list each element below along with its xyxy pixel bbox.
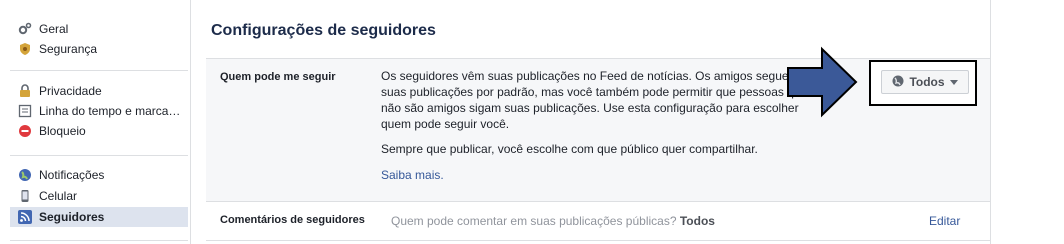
sidebar-item-label: Celular bbox=[39, 189, 78, 203]
sidebar-item-linha-do-tempo[interactable]: Linha do tempo e marca… bbox=[10, 101, 188, 121]
sidebar-item-celular[interactable]: Celular bbox=[10, 186, 188, 206]
rss-icon bbox=[18, 210, 32, 224]
sidebar-item-geral[interactable]: Geral bbox=[10, 19, 188, 39]
sidebar-item-bloqueio[interactable]: Bloqueio bbox=[10, 121, 188, 141]
sidebar-item-label: Seguidores bbox=[39, 210, 105, 224]
sidebar-item-seguranca[interactable]: Segurança bbox=[10, 39, 188, 59]
block-icon bbox=[18, 124, 32, 138]
sidebar-item-label: Privacidade bbox=[39, 84, 102, 98]
setting-note: Sempre que publicar, você escolhe com qu… bbox=[381, 142, 758, 156]
audience-selector-button[interactable]: Todos bbox=[881, 70, 969, 94]
sidebar-item-label: Segurança bbox=[39, 42, 98, 56]
sidebar-border bbox=[190, 0, 191, 244]
sidebar-divider bbox=[10, 70, 188, 71]
sidebar-item-label: Linha do tempo e marca… bbox=[39, 104, 181, 118]
sidebar-item-notificacoes[interactable]: Notificações bbox=[10, 165, 188, 185]
sidebar-divider bbox=[10, 240, 188, 241]
learn-more-link[interactable]: Saiba mais. bbox=[381, 168, 444, 182]
shield-icon bbox=[18, 42, 32, 56]
mobile-icon bbox=[18, 189, 32, 203]
sidebar-item-label: Bloqueio bbox=[39, 124, 86, 138]
sidebar-item-label: Geral bbox=[39, 22, 69, 36]
globe-icon bbox=[892, 75, 904, 90]
settings-sidebar: Geral Segurança Privacidade Linha do tem… bbox=[0, 0, 190, 244]
audience-value: Todos bbox=[909, 75, 945, 89]
setting-question: Quem pode comentar em suas publicações p… bbox=[391, 214, 677, 228]
setting-value: Todos bbox=[679, 214, 715, 228]
page-title: Configurações de seguidores bbox=[211, 22, 436, 39]
arrow-annotation-icon bbox=[787, 46, 858, 118]
lock-icon bbox=[18, 84, 32, 98]
sidebar-item-privacidade[interactable]: Privacidade bbox=[10, 81, 188, 101]
chevron-down-icon bbox=[949, 79, 958, 85]
content-border bbox=[990, 0, 991, 244]
sidebar-item-seguidores[interactable]: Seguidores bbox=[10, 207, 188, 227]
gears-icon bbox=[18, 22, 32, 36]
sidebar-item-label: Notificações bbox=[39, 168, 105, 182]
timeline-icon bbox=[18, 104, 32, 118]
setting-label: Comentários de seguidores bbox=[220, 214, 365, 226]
sidebar-divider bbox=[10, 155, 188, 156]
setting-label: Quem pode me seguir bbox=[220, 71, 336, 83]
edit-link[interactable]: Editar bbox=[929, 214, 960, 228]
setting-summary: Quem pode comentar em suas publicações p… bbox=[391, 214, 715, 228]
globe-icon bbox=[18, 168, 32, 182]
setting-description: Os seguidores vêm suas publicações no Fe… bbox=[381, 69, 808, 131]
